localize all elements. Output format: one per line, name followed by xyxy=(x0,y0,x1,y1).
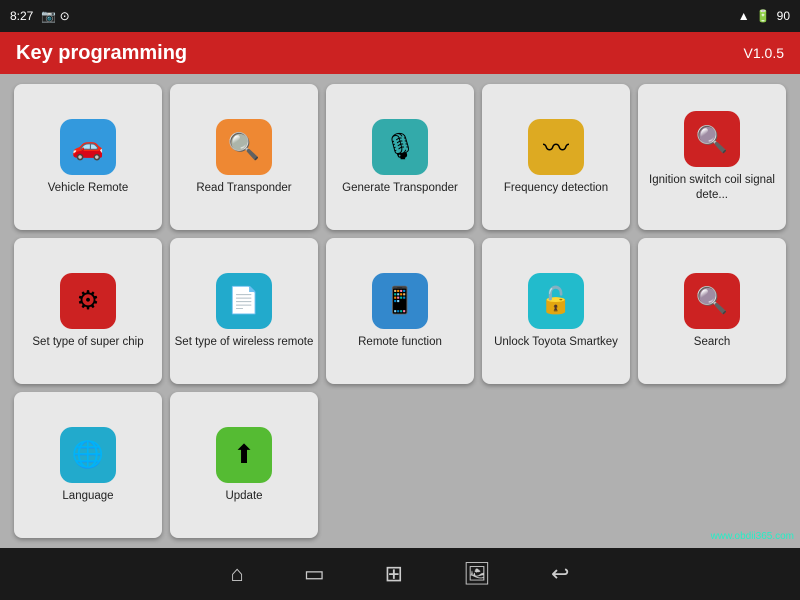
battery-text: 90 xyxy=(777,9,790,23)
grid-item-remote-function[interactable]: 📱 Remote function xyxy=(326,238,474,384)
battery-icon: 🔋 xyxy=(756,9,771,23)
grid-icon[interactable]: ⊞ xyxy=(385,561,403,587)
grid-item-set-type-wireless-remote[interactable]: 📄 Set type of wireless remote xyxy=(170,238,318,384)
set-type-wireless-remote-icon: 📄 xyxy=(216,273,272,329)
generate-transponder-label: Generate Transponder xyxy=(342,181,458,196)
set-type-wireless-remote-label: Set type of wireless remote xyxy=(175,335,314,350)
update-icon: ⬆ xyxy=(216,427,272,483)
status-icons: 📷 ⊙ xyxy=(41,9,69,23)
status-time: 8:27 xyxy=(10,9,33,23)
grid-item-language[interactable]: 🌐 Language xyxy=(14,392,162,538)
grid-item-set-type-super-chip[interactable]: ⚙ Set type of super chip xyxy=(14,238,162,384)
page-title: Key programming xyxy=(16,42,187,65)
frequency-detection-icon: 〰 xyxy=(528,119,584,175)
title-bar: Key programming V1.0.5 xyxy=(0,32,800,74)
remote-function-icon: 📱 xyxy=(372,273,428,329)
square-icon[interactable]: ▭ xyxy=(304,561,325,587)
search-label: Search xyxy=(694,335,730,350)
app-grid: 🚗 Vehicle Remote 🔍 Read Transponder 🎙 Generat… xyxy=(14,84,786,538)
image-icon[interactable]: 🖼 xyxy=(463,561,491,587)
frequency-detection-label: Frequency detection xyxy=(504,181,608,196)
generate-transponder-icon: 🎙 xyxy=(372,119,428,175)
grid-item-frequency-detection[interactable]: 〰 Frequency detection xyxy=(482,84,630,230)
ignition-switch-icon: 🔍 xyxy=(684,111,740,167)
set-type-super-chip-label: Set type of super chip xyxy=(32,335,143,350)
back-icon[interactable]: ↩ xyxy=(551,561,569,587)
read-transponder-label: Read Transponder xyxy=(196,181,291,196)
remote-function-label: Remote function xyxy=(358,335,442,350)
language-icon: 🌐 xyxy=(60,427,116,483)
read-transponder-icon: 🔍 xyxy=(216,119,272,175)
nav-bar: ⌂ ▭ ⊞ 🖼 ↩ xyxy=(0,548,800,600)
ignition-switch-label: Ignition switch coil signal dete... xyxy=(642,173,782,203)
vehicle-remote-icon: 🚗 xyxy=(60,119,116,175)
vehicle-remote-label: Vehicle Remote xyxy=(48,181,129,196)
main-content: 🚗 Vehicle Remote 🔍 Read Transponder 🎙 Generat… xyxy=(0,74,800,548)
wifi-icon: ▲ xyxy=(738,9,750,23)
unlock-toyota-smartkey-label: Unlock Toyota Smartkey xyxy=(494,335,618,350)
unlock-toyota-smartkey-icon: 🔓 xyxy=(528,273,584,329)
grid-item-ignition-switch[interactable]: 🔍 Ignition switch coil signal dete... xyxy=(638,84,786,230)
language-label: Language xyxy=(62,489,113,504)
update-label: Update xyxy=(225,489,262,504)
watermark: www.obdii365.com xyxy=(711,531,794,542)
status-bar: 8:27 📷 ⊙ ▲ 🔋 90 xyxy=(0,0,800,32)
grid-item-search[interactable]: 🔍 Search xyxy=(638,238,786,384)
grid-item-update[interactable]: ⬆ Update xyxy=(170,392,318,538)
status-right: ▲ 🔋 90 xyxy=(738,9,790,23)
status-left: 8:27 📷 ⊙ xyxy=(10,9,70,23)
version-label: V1.0.5 xyxy=(744,45,784,61)
grid-item-read-transponder[interactable]: 🔍 Read Transponder xyxy=(170,84,318,230)
set-type-super-chip-icon: ⚙ xyxy=(60,273,116,329)
grid-item-vehicle-remote[interactable]: 🚗 Vehicle Remote xyxy=(14,84,162,230)
grid-item-generate-transponder[interactable]: 🎙 Generate Transponder xyxy=(326,84,474,230)
search-icon: 🔍 xyxy=(684,273,740,329)
grid-item-unlock-toyota-smartkey[interactable]: 🔓 Unlock Toyota Smartkey xyxy=(482,238,630,384)
home-icon[interactable]: ⌂ xyxy=(231,561,244,587)
